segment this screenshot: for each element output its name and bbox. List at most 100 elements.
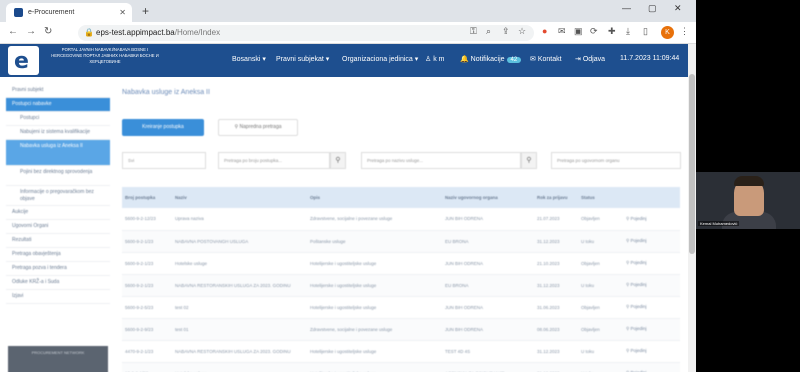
extension-icon[interactable]: ●	[542, 26, 547, 36]
pdf-icon[interactable]: ▣	[574, 26, 583, 37]
new-tab-button[interactable]: +	[142, 4, 149, 18]
forward-icon[interactable]: →	[26, 26, 36, 37]
cell-status: U toku	[578, 274, 623, 297]
portal-title: PORTAL JAVNIH NABAVKI/NABAVA BOSNE I HER…	[51, 47, 159, 64]
name-search-input[interactable]: Pretraga po nazivu usluge...	[361, 152, 521, 169]
sidebar-item-contracting-authorities[interactable]: Ugovorni Organi	[6, 220, 110, 234]
sidebar-item-results[interactable]: Rezultati	[6, 234, 110, 248]
details-button[interactable]: ⚲ Pojedinj	[623, 230, 680, 253]
cell-status: U toku	[578, 362, 623, 372]
language-menu[interactable]: Bosanski ▾	[232, 55, 266, 63]
close-window-icon[interactable]: ✕	[674, 3, 682, 14]
cell-name: test 01	[172, 318, 307, 341]
table-row[interactable]: 5600-9-2-5/23 test 02 Hotelijerske i ugost…	[122, 296, 680, 319]
sidebar-item-decisions[interactable]: Odluke KRŽ-a i Suda	[6, 276, 110, 290]
lock-icon: 🔒	[84, 28, 94, 37]
sidepanel-icon[interactable]: ▯	[643, 26, 648, 37]
details-button[interactable]: ⚲ Pojedinj	[623, 252, 680, 275]
cell-authority: JUN BIH ODRENA	[442, 318, 534, 341]
extensions-puzzle-icon[interactable]: ✚	[608, 26, 616, 37]
refresh-extension-icon[interactable]: ⟳	[590, 26, 598, 37]
logout-label: Odjava	[582, 56, 606, 63]
col-authority[interactable]: Naziv ugovornog organa	[442, 187, 534, 208]
advanced-search-button[interactable]: ⚲ Napredna pretraga	[218, 119, 298, 136]
cell-authority: EU BRONA	[442, 274, 534, 297]
logout-link[interactable]: ⇥ Odjava	[575, 55, 605, 63]
table-row[interactable]: 5600-9-2-1/23 Hotelske usluge Hotelijerske…	[122, 252, 680, 275]
contact-link[interactable]: ✉ Kontakt	[530, 55, 562, 63]
cell-name: Hotelske usluge	[172, 362, 307, 372]
eprocurement-logo[interactable]: e	[8, 46, 39, 75]
url-host: eps-test.appimpact.ba	[96, 28, 175, 37]
notifications-menu[interactable]: 🔔 Notifikacije 42	[460, 55, 522, 63]
cell-number: 5600-9-2-1/23	[122, 252, 172, 275]
close-tab-icon[interactable]: ✕	[119, 8, 126, 17]
details-button[interactable]: ⚲ Pojedinj	[623, 318, 680, 341]
sidebar-item-negotiated-info[interactable]: Informacije o pregovaračkom bez objave	[6, 186, 110, 206]
notifications-count-badge: 42	[506, 57, 522, 63]
col-deadline[interactable]: Rok za prijavu	[534, 187, 578, 208]
legal-entity-menu[interactable]: Pravni subjekat ▾	[276, 55, 329, 63]
sidebar-item-reports[interactable]: Izjavi	[6, 290, 110, 304]
sidebar-item-qualification-system[interactable]: Nabujeni iz sistema kvalifikacije	[6, 126, 110, 140]
col-number[interactable]: Broj postupka	[122, 187, 172, 208]
back-icon[interactable]: ←	[8, 26, 18, 37]
details-button[interactable]: ⚲ Pojedinj	[623, 274, 680, 297]
url-input[interactable]: 🔒 eps-test.appimpact.ba/Home/Index	[78, 25, 534, 41]
details-button[interactable]: ⚲ Pojedinj	[623, 296, 680, 319]
table-row[interactable]: 4470-9-2-1/23 NABAVNA RESTORANSKIH USLUGA…	[122, 340, 680, 363]
authority-select[interactable]: Pretraga po ugovornom organu	[551, 152, 681, 169]
minimize-icon[interactable]: —	[622, 3, 631, 13]
page-scrollbar[interactable]	[688, 44, 696, 372]
details-button[interactable]: ⚲ Pojedinj	[623, 362, 680, 372]
sidebar-item-procurement-procedures[interactable]: Postupci nabavke	[6, 98, 110, 112]
table-row[interactable]: 5600-9-2-1/23 NABAVNA RESTORANSKIH USLUGA…	[122, 274, 680, 297]
key-icon[interactable]: ⚿	[470, 26, 477, 37]
sidebar-item-direct[interactable]: Pojini bez direktnog sprovodenja	[6, 166, 110, 186]
sidebar-item-legal-entity[interactable]: Pravni subjekt	[6, 84, 110, 98]
cell-authority: JUN BIH ODRENA	[442, 296, 534, 319]
number-search-icon[interactable]: ⚲	[330, 152, 346, 169]
table-row[interactable]: 5600-9-2-9/23 test 01 Zdravstvene, socijal…	[122, 318, 680, 341]
address-bar-row: ← → ↻ 🔒 eps-test.appimpact.ba/Home/Index…	[0, 22, 696, 44]
sidebar-item-search-notices[interactable]: Pretraga obavještenja	[6, 248, 110, 262]
user-icon: ♙	[425, 56, 432, 63]
org-unit-menu[interactable]: Organizaciona jedinica ▾	[342, 55, 418, 63]
sidebar-item-search-tenders[interactable]: Pretraga pozva i tendera	[6, 262, 110, 276]
col-description[interactable]: Opis	[307, 187, 442, 208]
bookmark-star-icon[interactable]: ☆	[518, 26, 526, 37]
cell-description: Hotelijerske i ugostiteljske usluge	[307, 362, 442, 372]
table-row[interactable]: 5600-9-2-1/23 NABAVNA POSTOVANGH USLUGA Po…	[122, 230, 680, 253]
create-procedure-button[interactable]: Kreiranje postupka	[122, 119, 204, 136]
cell-description: Hotelijerske i ugostiteljske usluge	[307, 274, 442, 297]
cell-authority: AGENCIJA ZA OSIGURANJE	[442, 362, 534, 372]
sidebar-bottom-banner: PROCUREMENT NETWORK	[8, 346, 108, 372]
details-label: Pojedinj	[630, 348, 647, 353]
browser-menu-icon[interactable]: ⋮	[680, 26, 689, 37]
sidebar-item-auctions[interactable]: Aukcije	[6, 206, 110, 220]
share-icon[interactable]: ⇪	[502, 26, 510, 37]
user-menu[interactable]: ♙ k m	[425, 55, 445, 63]
scrollbar-thumb[interactable]	[689, 74, 695, 254]
profile-avatar[interactable]: K	[661, 26, 674, 39]
details-button[interactable]: ⚲ Pojedinj	[623, 208, 680, 231]
cell-deadline: 31.12.2023	[534, 274, 578, 297]
number-search-input[interactable]: Pretraga po broju postupka...	[218, 152, 330, 169]
contact-label: Kontakt	[537, 56, 562, 63]
status-select[interactable]: Svi	[122, 152, 206, 169]
details-button[interactable]: ⚲ Pojedinj	[623, 340, 680, 363]
sidebar-item-procedures[interactable]: Postupci	[6, 112, 110, 126]
sidebar-item-annex-ii-services[interactable]: Nabavka usluga iz Aneksa II	[6, 140, 110, 166]
table-row[interactable]: 5600-9-2-12/23 Uprava naziva Zdravstvene, …	[122, 208, 680, 231]
mail-icon[interactable]: ✉	[558, 26, 566, 37]
maximize-icon[interactable]: ▢	[648, 3, 657, 14]
reload-icon[interactable]: ↻	[44, 26, 52, 37]
col-name[interactable]: Naziv	[172, 187, 307, 208]
browser-tab[interactable]: e-Procurement ✕	[6, 3, 132, 22]
col-status[interactable]: Status	[578, 187, 623, 208]
zoom-icon[interactable]: ⌕	[486, 26, 491, 37]
name-search-icon[interactable]: ⚲	[521, 152, 537, 169]
table-row[interactable]: 13-0-2-1/23Hotelske uslugeHotelijerske i…	[122, 362, 680, 372]
download-icon[interactable]: ⤓	[626, 26, 630, 37]
participant-hair	[734, 176, 764, 186]
